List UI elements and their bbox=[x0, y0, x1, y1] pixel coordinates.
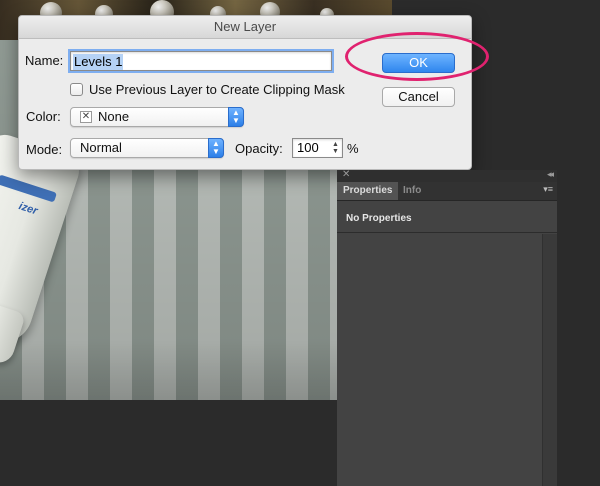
close-icon[interactable]: ✕ bbox=[342, 169, 350, 180]
panel-divider bbox=[337, 232, 557, 233]
clipping-mask-label[interactable]: Use Previous Layer to Create Clipping Ma… bbox=[89, 82, 345, 97]
opacity-input[interactable]: 100 ▲ ▼ bbox=[292, 138, 343, 158]
opacity-label: Opacity: bbox=[235, 141, 283, 156]
opacity-stepper-icon[interactable]: ▲ ▼ bbox=[331, 141, 340, 155]
opacity-unit: % bbox=[347, 141, 359, 156]
color-select[interactable]: ✕ None ▲ ▼ bbox=[70, 107, 244, 127]
layer-name-value: Levels 1 bbox=[73, 54, 124, 70]
mode-select[interactable]: Normal ▲ ▼ bbox=[70, 138, 224, 158]
tab-properties[interactable]: Properties bbox=[337, 182, 399, 200]
double-chevron-icon[interactable]: ◂◂ bbox=[547, 169, 554, 180]
tab-info[interactable]: Info bbox=[397, 182, 427, 200]
opacity-value: 100 bbox=[297, 140, 319, 155]
mode-label: Mode: bbox=[26, 142, 63, 157]
cancel-button[interactable]: Cancel bbox=[382, 87, 455, 107]
new-layer-dialog: New Layer Name: Levels 1 Use Previous La… bbox=[18, 15, 472, 170]
canvas-shadow bbox=[0, 340, 392, 400]
color-select-value: None bbox=[98, 109, 130, 124]
color-label: Color: bbox=[26, 109, 61, 124]
tube-label: izer bbox=[17, 200, 39, 218]
panel-scrollbar[interactable] bbox=[542, 234, 557, 486]
up-down-arrows-icon: ▲ ▼ bbox=[228, 107, 244, 127]
layer-name-input[interactable]: Levels 1 bbox=[70, 51, 332, 71]
panel-menu-icon[interactable]: ▾≡ bbox=[543, 184, 553, 195]
no-properties-text: No Properties bbox=[346, 213, 412, 224]
clipping-mask-checkbox[interactable] bbox=[70, 83, 83, 96]
dialog-title: New Layer bbox=[19, 16, 471, 39]
mode-select-value: Normal bbox=[80, 140, 122, 155]
panel-topbar: ✕ ◂◂ bbox=[337, 169, 557, 182]
ok-button[interactable]: OK bbox=[382, 53, 455, 73]
properties-panel: ✕ ◂◂ Properties Info ▾≡ No Properties bbox=[337, 169, 557, 486]
up-down-arrows-icon: ▲ ▼ bbox=[208, 138, 224, 158]
panel-tabs: Properties Info ▾≡ bbox=[337, 182, 557, 201]
photoshop-workspace: izer New Layer Name: Levels 1 Use Previo… bbox=[0, 0, 600, 486]
tube-stripe bbox=[0, 174, 57, 203]
no-color-swatch-icon: ✕ bbox=[80, 111, 92, 123]
name-label: Name: bbox=[25, 53, 64, 68]
